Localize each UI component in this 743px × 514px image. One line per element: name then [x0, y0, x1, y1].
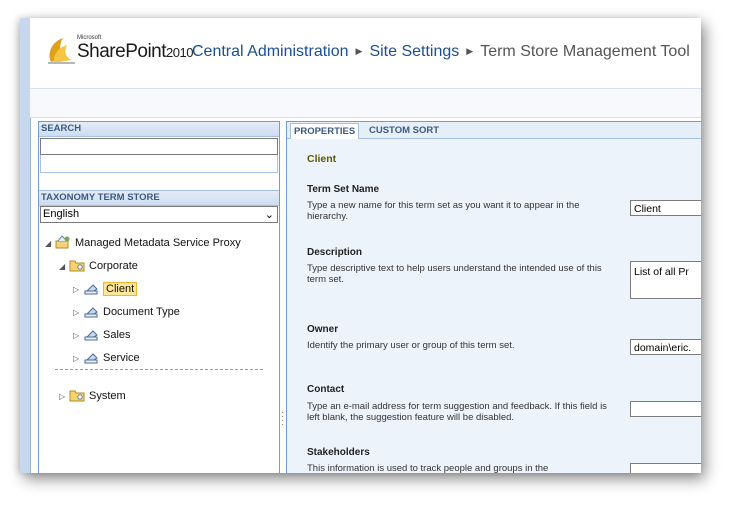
- collapsed-arrow-icon[interactable]: ▷: [73, 305, 83, 321]
- contact-input[interactable]: [630, 401, 701, 417]
- tree-node-root[interactable]: ◢ Managed Metadata Service Proxy: [45, 235, 241, 251]
- language-select-value: English: [43, 208, 80, 220]
- tree-node-system-label: System: [89, 390, 126, 402]
- expanded-arrow-icon[interactable]: ◢: [45, 236, 55, 252]
- breadcrumb-site-settings[interactable]: Site Settings: [369, 43, 459, 60]
- tree-node-document-type-label: Document Type: [103, 306, 180, 318]
- contact-label: Contact: [307, 384, 345, 395]
- properties-form: Client Term Set Name Type a new name for…: [287, 139, 701, 473]
- tab-properties[interactable]: PROPERTIES: [290, 123, 360, 140]
- tree-node-sales-label: Sales: [103, 329, 131, 341]
- owner-help-text: Identify the primary user or group of th…: [307, 340, 515, 351]
- tree-node-service-label: Service: [103, 352, 140, 364]
- ribbon-bar: [30, 88, 701, 118]
- tab-bar: PROPERTIES CUSTOM SORT: [287, 122, 701, 140]
- term-set-icon: [84, 330, 98, 341]
- taxonomy-header: TAXONOMY TERM STORE: [39, 191, 279, 206]
- folder-icon: [69, 390, 85, 402]
- tree-node-root-label: Managed Metadata Service Proxy: [75, 237, 241, 249]
- folder-icon: [69, 260, 85, 272]
- tree-node-corporate[interactable]: ◢ Corporate: [59, 258, 138, 274]
- description-textarea[interactable]: List of all Pr: [630, 261, 701, 299]
- metadata-service-icon: [55, 235, 70, 249]
- stakeholders-input[interactable]: [630, 463, 701, 473]
- tree-node-client-label: Client: [103, 282, 138, 296]
- tab-custom-sort[interactable]: CUSTOM SORT: [366, 123, 442, 138]
- contact-help-text: Type an e-mail address for term suggesti…: [307, 401, 607, 423]
- term-set-icon: [84, 307, 98, 318]
- term-set-icon: [84, 284, 98, 295]
- term-set-name-description: Type a new name for this term set as you…: [307, 200, 580, 222]
- term-set-icon: [84, 353, 98, 364]
- breadcrumb-arrow-icon: ▶: [355, 46, 363, 56]
- title-bar: Microsoft SharePoint2010 Central Adminis…: [30, 18, 701, 88]
- language-select[interactable]: English ⌄: [40, 206, 278, 223]
- sharepoint-version: 2010: [166, 45, 193, 60]
- term-set-name-input[interactable]: Client: [630, 200, 701, 216]
- expanded-arrow-icon[interactable]: ◢: [59, 259, 69, 275]
- search-results: [40, 155, 278, 173]
- splitter-grip-icon: · · · ·: [281, 407, 285, 430]
- collapsed-arrow-icon[interactable]: ▷: [73, 328, 83, 344]
- breadcrumb: Central Administration ▶ Site Settings ▶ Ter…: [192, 43, 690, 61]
- owner-label: Owner: [307, 324, 339, 335]
- tree-node-service[interactable]: ▷ Service: [73, 350, 140, 366]
- tree-divider: [55, 369, 263, 370]
- breadcrumb-arrow-icon: ▶: [466, 46, 474, 56]
- search-spacer: [39, 173, 279, 191]
- collapsed-arrow-icon[interactable]: ▷: [73, 351, 83, 367]
- collapsed-arrow-icon[interactable]: ▷: [73, 282, 83, 298]
- description-label: Description: [307, 247, 363, 258]
- pane-splitter[interactable]: · · · ·: [281, 121, 285, 473]
- sharepoint-window: Microsoft SharePoint2010 Central Adminis…: [20, 18, 701, 473]
- collapsed-arrow-icon[interactable]: ▷: [59, 389, 69, 405]
- tree-node-document-type[interactable]: ▷ Document Type: [73, 304, 180, 320]
- properties-pane: PROPERTIES CUSTOM SORT Client Term Set N…: [286, 121, 701, 473]
- breadcrumb-current-page: Term Store Management Tool: [480, 43, 690, 60]
- owner-input[interactable]: domain\eric.: [630, 339, 701, 355]
- sharepoint-brand-text: SharePoint: [77, 41, 167, 62]
- tree-node-system[interactable]: ▷ System: [59, 388, 126, 404]
- term-set-name-label: Term Set Name: [307, 184, 380, 195]
- term-set-title: Client: [307, 153, 337, 165]
- stakeholders-help-text: This information is used to track people…: [307, 463, 549, 473]
- description-help-text: Type descriptive text to help users unde…: [307, 263, 602, 285]
- navigation-pane: SEARCH TAXONOMY TERM STORE English ⌄ ◢ Ma…: [38, 121, 280, 473]
- search-input[interactable]: [40, 138, 278, 155]
- chevron-down-icon: ⌄: [264, 209, 274, 221]
- tree-node-sales[interactable]: ▷ Sales: [73, 327, 131, 343]
- sharepoint-brand: SharePoint2010: [77, 41, 193, 63]
- search-header: SEARCH: [39, 122, 279, 137]
- stakeholders-label: Stakeholders: [307, 447, 370, 458]
- breadcrumb-central-administration[interactable]: Central Administration: [192, 43, 349, 60]
- tree-node-client[interactable]: ▷ Client: [73, 281, 138, 298]
- tree-node-corporate-label: Corporate: [89, 260, 138, 272]
